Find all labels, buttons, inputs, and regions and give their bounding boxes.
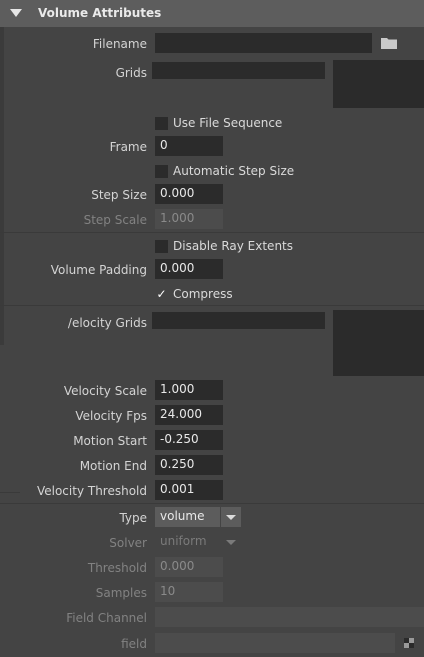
use-file-sequence-checkbox[interactable] xyxy=(155,117,168,130)
folder-icon[interactable] xyxy=(380,36,398,50)
velocity-grids-label: /elocity Grids xyxy=(67,316,147,330)
threshold-label: Threshold xyxy=(87,561,147,575)
velocity-grids-list[interactable] xyxy=(333,310,424,376)
automatic-step-size-label: Automatic Step Size xyxy=(173,164,295,178)
step-size-field[interactable]: 0.000 xyxy=(155,184,223,204)
step-scale-field: 1.000 xyxy=(155,209,223,229)
chevron-down-icon xyxy=(226,515,236,520)
separator xyxy=(0,492,20,493)
type-dropdown[interactable]: volume xyxy=(155,507,241,527)
solver-label: Solver xyxy=(109,536,147,550)
motion-end-label: Motion End xyxy=(79,459,147,473)
field-input xyxy=(155,633,395,653)
solver-dropdown-button xyxy=(221,532,241,552)
frame-label: Frame xyxy=(109,140,147,154)
step-size-label: Step Size xyxy=(91,188,147,202)
collapse-triangle-icon[interactable] xyxy=(10,9,22,17)
filename-input[interactable] xyxy=(155,33,372,53)
checker-icon[interactable] xyxy=(404,638,414,648)
filename-label: Filename xyxy=(92,37,147,51)
volume-attributes-header[interactable]: Volume Attributes xyxy=(0,0,424,27)
velocity-threshold-field[interactable]: 0.001 xyxy=(155,480,223,500)
field-channel-label: Field Channel xyxy=(66,611,147,625)
use-file-sequence-label: Use File Sequence xyxy=(173,116,283,130)
type-dropdown-button[interactable] xyxy=(220,507,241,527)
separator xyxy=(0,232,424,233)
separator xyxy=(0,305,424,306)
velocity-grids-input[interactable] xyxy=(152,312,325,329)
compress-checkbox[interactable]: ✓ xyxy=(155,288,168,301)
motion-start-label: Motion Start xyxy=(73,434,147,448)
disable-ray-extents-label: Disable Ray Extents xyxy=(173,239,294,253)
grids-label: Grids xyxy=(115,66,147,80)
velocity-scale-field[interactable]: 1.000 xyxy=(155,380,223,400)
velocity-threshold-label: Velocity Threshold xyxy=(36,484,147,498)
grids-input[interactable] xyxy=(152,62,325,79)
field-label: field xyxy=(121,637,147,651)
automatic-step-size-checkbox[interactable] xyxy=(155,165,168,178)
solver-dropdown: uniform xyxy=(155,532,241,552)
step-scale-label: Step Scale xyxy=(83,213,147,227)
disable-ray-extents-checkbox[interactable] xyxy=(155,240,168,253)
grids-list[interactable] xyxy=(333,60,424,108)
velocity-fps-label: Velocity Fps xyxy=(75,409,147,423)
left-indent-bar xyxy=(0,27,4,345)
section-title: Volume Attributes xyxy=(38,6,162,20)
type-value: volume xyxy=(160,509,205,523)
field-channel-input xyxy=(155,607,424,627)
type-label: Type xyxy=(119,511,147,525)
compress-label: Compress xyxy=(173,287,233,301)
motion-start-field[interactable]: -0.250 xyxy=(155,430,223,450)
chevron-down-icon xyxy=(226,540,236,545)
threshold-field: 0.000 xyxy=(155,557,223,577)
volume-padding-field[interactable]: 0.000 xyxy=(155,259,223,279)
volume-padding-label: Volume Padding xyxy=(50,263,147,277)
velocity-fps-field[interactable]: 24.000 xyxy=(155,405,223,425)
samples-label: Samples xyxy=(95,586,147,600)
velocity-scale-label: Velocity Scale xyxy=(63,384,147,398)
solver-value: uniform xyxy=(160,534,207,548)
motion-end-field[interactable]: 0.250 xyxy=(155,455,223,475)
frame-field[interactable]: 0 xyxy=(155,136,223,156)
separator xyxy=(0,503,424,504)
samples-field: 10 xyxy=(155,582,223,602)
